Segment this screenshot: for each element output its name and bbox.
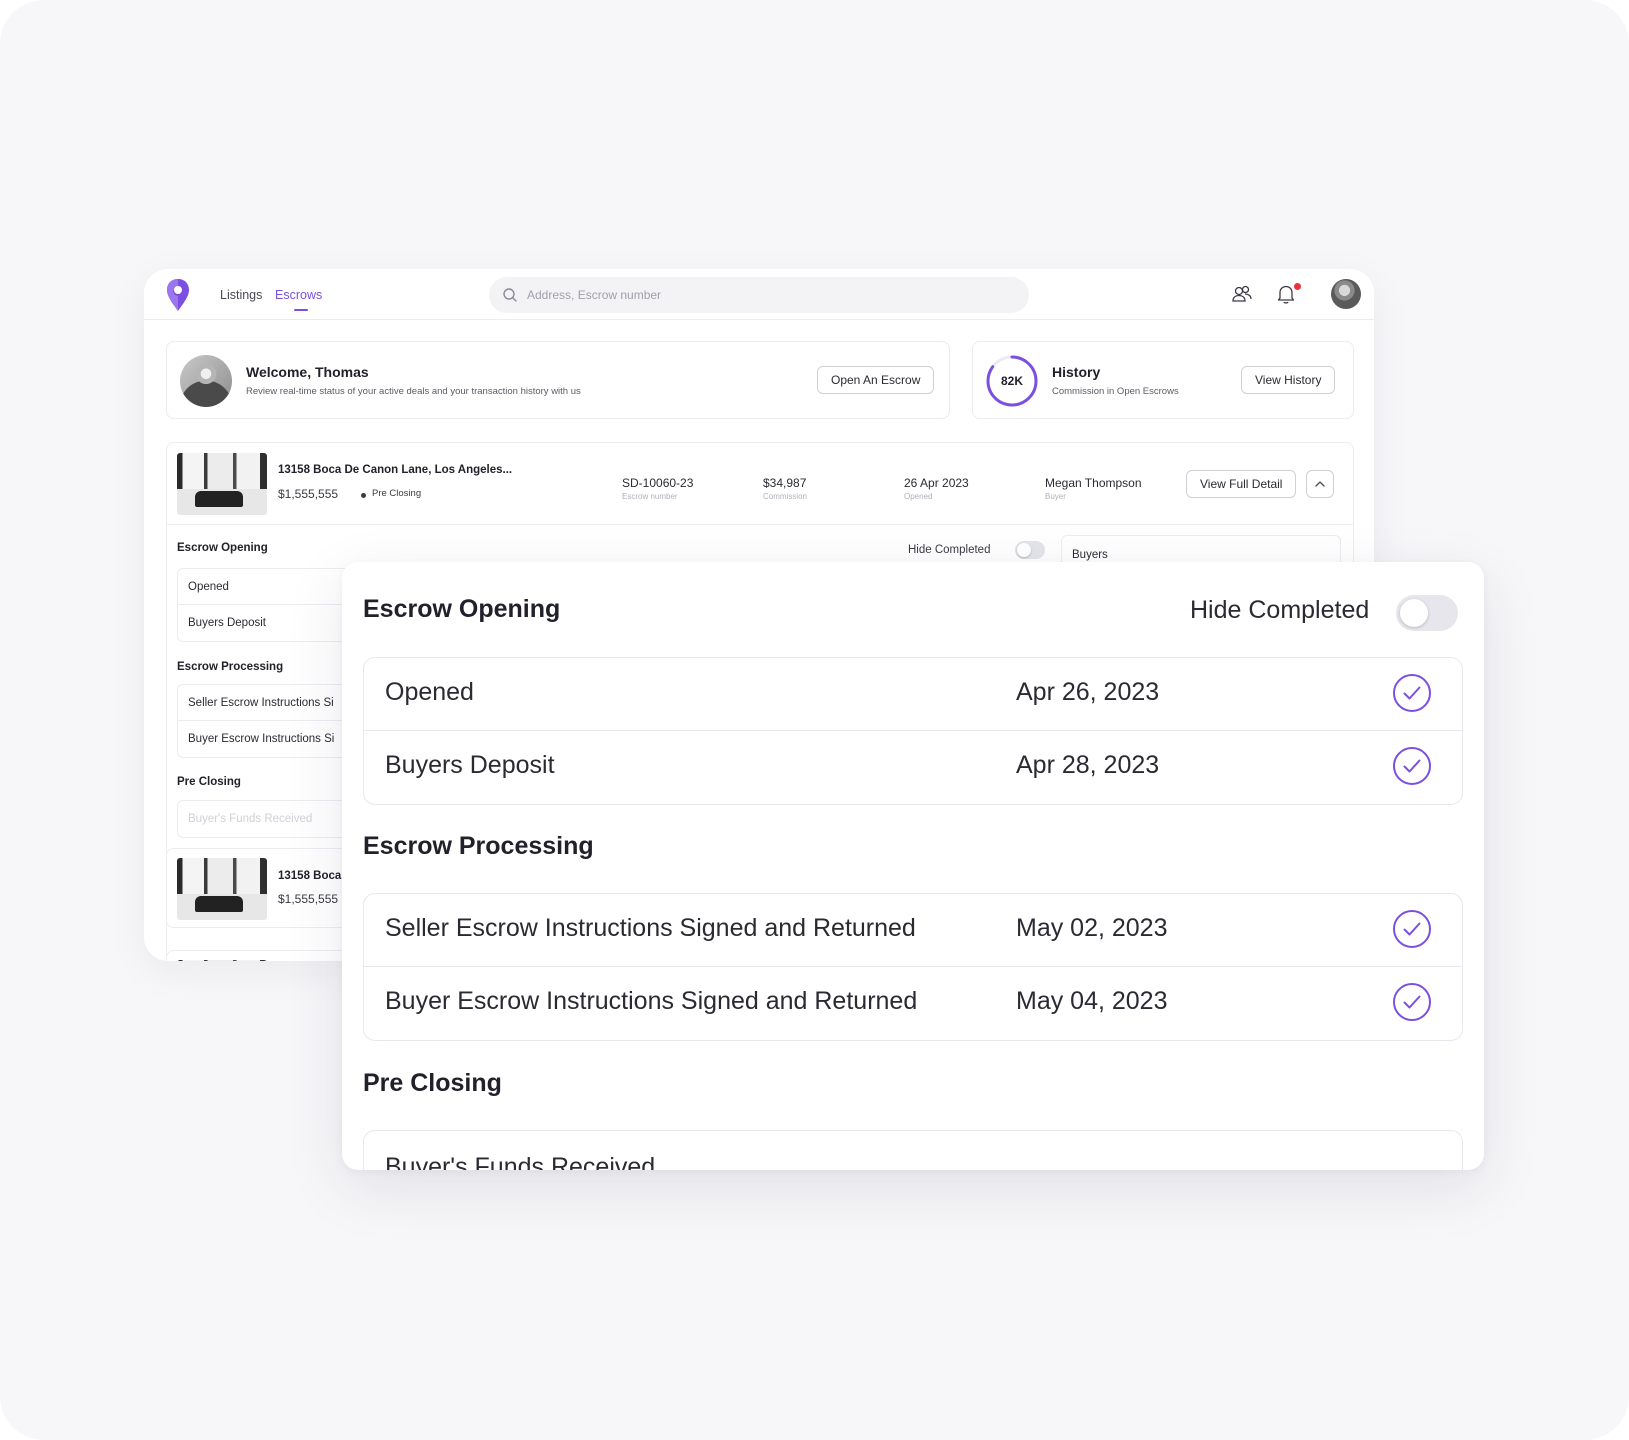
- check-circle-icon: [1393, 674, 1431, 712]
- section-escrow-processing: Escrow Processing: [177, 661, 284, 673]
- task-name: Buyers Deposit: [385, 751, 555, 779]
- history-title: History: [1052, 364, 1101, 380]
- buyer-name: Megan Thompson: [1045, 476, 1142, 490]
- zoom-opening-list: Opened Apr 26, 2023 Buyers Deposit Apr 2…: [363, 657, 1463, 805]
- location-pin-logo-icon[interactable]: [166, 278, 190, 312]
- commission: $34,987: [763, 476, 807, 490]
- welcome-title: Welcome, Thomas: [246, 364, 369, 380]
- nav-active-indicator: [294, 309, 308, 311]
- task-row[interactable]: Seller Escrow Instructions Signed and Re…: [364, 894, 1462, 967]
- pre-closing-task-list: Buyer's Funds Received: [177, 800, 367, 838]
- commission-value: 82K: [1000, 374, 1023, 388]
- task-seller-instructions[interactable]: Seller Escrow Instructions Si: [178, 685, 366, 721]
- property-thumbnail[interactable]: [177, 453, 267, 515]
- nav-escrows[interactable]: Escrows: [275, 288, 322, 302]
- view-history-button[interactable]: View History: [1241, 366, 1336, 394]
- open-escrow-button[interactable]: Open An Escrow: [817, 366, 935, 394]
- property-thumbnail[interactable]: [177, 960, 267, 961]
- opened-date: 26 Apr 2023: [904, 476, 969, 490]
- welcome-subtitle: Review real-time status of your active d…: [246, 386, 581, 397]
- property-thumbnail[interactable]: [177, 858, 267, 920]
- chevron-up-icon: [1315, 481, 1325, 487]
- welcome-avatar: [180, 355, 232, 407]
- zoom-section-escrow-opening: Escrow Opening: [363, 595, 561, 623]
- canvas: Listings Escrows Address, Escrow number …: [0, 0, 1629, 1440]
- check-circle-icon: [1393, 910, 1431, 948]
- buyer-label: Buyer: [1045, 492, 1066, 501]
- user-avatar[interactable]: [1331, 279, 1361, 309]
- processing-task-list: Seller Escrow Instructions Si Buyer Escr…: [177, 684, 367, 758]
- task-name: Buyer's Funds Received: [385, 1153, 656, 1170]
- escrow-number: SD-10060-23: [622, 476, 694, 490]
- zoom-hide-completed-label: Hide Completed: [1190, 596, 1370, 624]
- history-subtitle: Commission in Open Escrows: [1052, 386, 1179, 397]
- search-bar[interactable]: [489, 277, 1029, 313]
- escrow-number-label: Escrow number: [622, 492, 678, 501]
- task-buyer-instructions[interactable]: Buyer Escrow Instructions Si: [178, 721, 366, 757]
- task-opened[interactable]: Opened: [178, 569, 366, 605]
- task-buyers-deposit[interactable]: Buyers Deposit: [178, 605, 366, 641]
- zoom-section-escrow-processing: Escrow Processing: [363, 832, 594, 860]
- users-icon[interactable]: [1230, 282, 1254, 306]
- property-price: $1,555,555: [278, 487, 339, 501]
- search-input[interactable]: [527, 277, 1007, 313]
- commission-label: Commission: [763, 492, 808, 501]
- task-row[interactable]: Opened Apr 26, 2023: [364, 658, 1462, 731]
- nav-listings[interactable]: Listings: [220, 288, 262, 302]
- opened-label: Opened: [904, 492, 933, 501]
- divider: [167, 524, 1353, 525]
- history-card: 82K History Commission in Open Escrows V…: [972, 341, 1354, 419]
- zoom-hide-completed-toggle[interactable]: [1396, 595, 1458, 631]
- task-date: Apr 28, 2023: [1016, 751, 1160, 779]
- task-name: Opened: [385, 678, 474, 706]
- status-label: Pre Closing: [372, 488, 422, 499]
- property-address[interactable]: 13158 Boca: [278, 870, 341, 882]
- task-date: Apr 26, 2023: [1016, 678, 1160, 706]
- section-pre-closing: Pre Closing: [177, 776, 241, 788]
- top-bar: Listings Escrows: [144, 269, 1374, 320]
- task-date: May 04, 2023: [1016, 987, 1168, 1015]
- zoom-pre-closing-list: Buyer's Funds Received: [363, 1130, 1463, 1170]
- search-icon: [503, 288, 517, 302]
- task-name: Buyer Escrow Instructions Signed and Ret…: [385, 987, 918, 1015]
- hide-completed-toggle[interactable]: [1015, 541, 1045, 559]
- view-full-detail-button[interactable]: View Full Detail: [1186, 470, 1297, 498]
- buyers-panel-title: Buyers: [1072, 549, 1108, 561]
- task-row[interactable]: Buyer Escrow Instructions Signed and Ret…: [364, 967, 1462, 1040]
- zoom-processing-list: Seller Escrow Instructions Signed and Re…: [363, 893, 1463, 1041]
- status-dot: [361, 493, 366, 498]
- section-escrow-opening: Escrow Opening: [177, 542, 268, 554]
- task-date: May 02, 2023: [1016, 914, 1168, 942]
- zoomed-task-panel: Escrow Opening Hide Completed Opened Apr…: [342, 562, 1484, 1170]
- property-address[interactable]: 13158 Boca De Canon Lane, Los Angeles...: [278, 464, 512, 476]
- collapse-button[interactable]: [1306, 470, 1334, 498]
- check-circle-icon: [1393, 983, 1431, 1021]
- notification-badge: [1294, 283, 1301, 290]
- task-buyers-funds[interactable]: Buyer's Funds Received: [178, 801, 366, 837]
- opening-task-list: Opened Buyers Deposit: [177, 568, 367, 642]
- task-name: Seller Escrow Instructions Signed and Re…: [385, 914, 916, 942]
- task-row[interactable]: Buyers Deposit Apr 28, 2023: [364, 731, 1462, 804]
- check-circle-icon: [1393, 747, 1431, 785]
- hide-completed-label: Hide Completed: [908, 544, 991, 556]
- task-row[interactable]: Buyer's Funds Received: [364, 1131, 1462, 1170]
- property-price: $1,555,555: [278, 892, 339, 906]
- welcome-card: Welcome, Thomas Review real-time status …: [166, 341, 950, 419]
- zoom-section-pre-closing: Pre Closing: [363, 1069, 502, 1097]
